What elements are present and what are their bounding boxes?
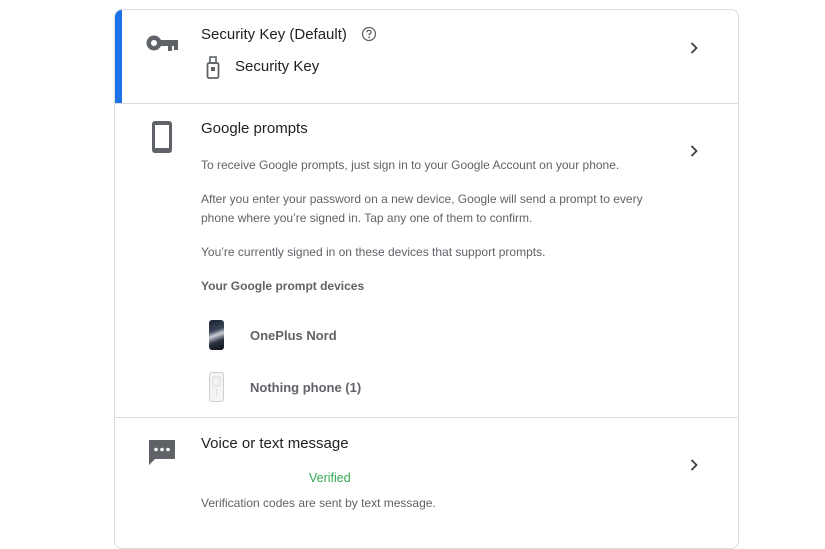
device-item-oneplus-nord: OnePlus Nord: [209, 320, 509, 354]
oneplus-nord-thumbnail: [209, 320, 224, 350]
google-prompts-title: Google prompts: [201, 120, 308, 137]
verified-status: Verified: [309, 471, 351, 485]
google-prompts-description: To receive Google prompts, just sign in …: [201, 158, 620, 172]
chevron-right-icon[interactable]: [685, 39, 703, 57]
device-item-nothing-phone: Nothing phone (1): [209, 372, 509, 406]
help-circle-icon[interactable]: [361, 26, 377, 42]
chevron-right-icon[interactable]: [685, 142, 703, 160]
two-step-methods-card: Security Key (Default) Security Key Goog…: [114, 9, 739, 549]
voice-text-message-row[interactable]: Voice or text message Verified Verificat…: [115, 417, 738, 548]
voice-text-title: Voice or text message: [201, 435, 349, 452]
sms-icon: [147, 438, 177, 473]
google-prompts-detail-line-2: phone where you’re signed in. Tap any on…: [201, 211, 533, 225]
key-icon: [145, 34, 179, 57]
voice-text-description: Verification codes are sent by text mess…: [201, 496, 436, 510]
security-key-title: Security Key (Default): [201, 26, 347, 43]
security-key-row[interactable]: Security Key (Default) Security Key: [115, 10, 738, 103]
prompt-devices-heading: Your Google prompt devices: [201, 279, 365, 293]
google-prompts-row[interactable]: Google prompts To receive Google prompts…: [115, 103, 738, 417]
chevron-right-icon[interactable]: [685, 456, 703, 474]
device-name: Nothing phone (1): [250, 380, 362, 395]
device-name: OnePlus Nord: [250, 328, 337, 343]
usb-key-icon: [206, 56, 220, 85]
signed-in-devices-text: You’re currently signed in on these devi…: [201, 245, 546, 259]
nothing-phone-thumbnail: [209, 372, 224, 402]
google-prompts-detail-line-1: After you enter your password on a new d…: [201, 192, 643, 206]
phone-icon: [151, 120, 173, 159]
default-method-accent-bar: [115, 10, 122, 103]
security-key-name: Security Key: [235, 58, 320, 75]
